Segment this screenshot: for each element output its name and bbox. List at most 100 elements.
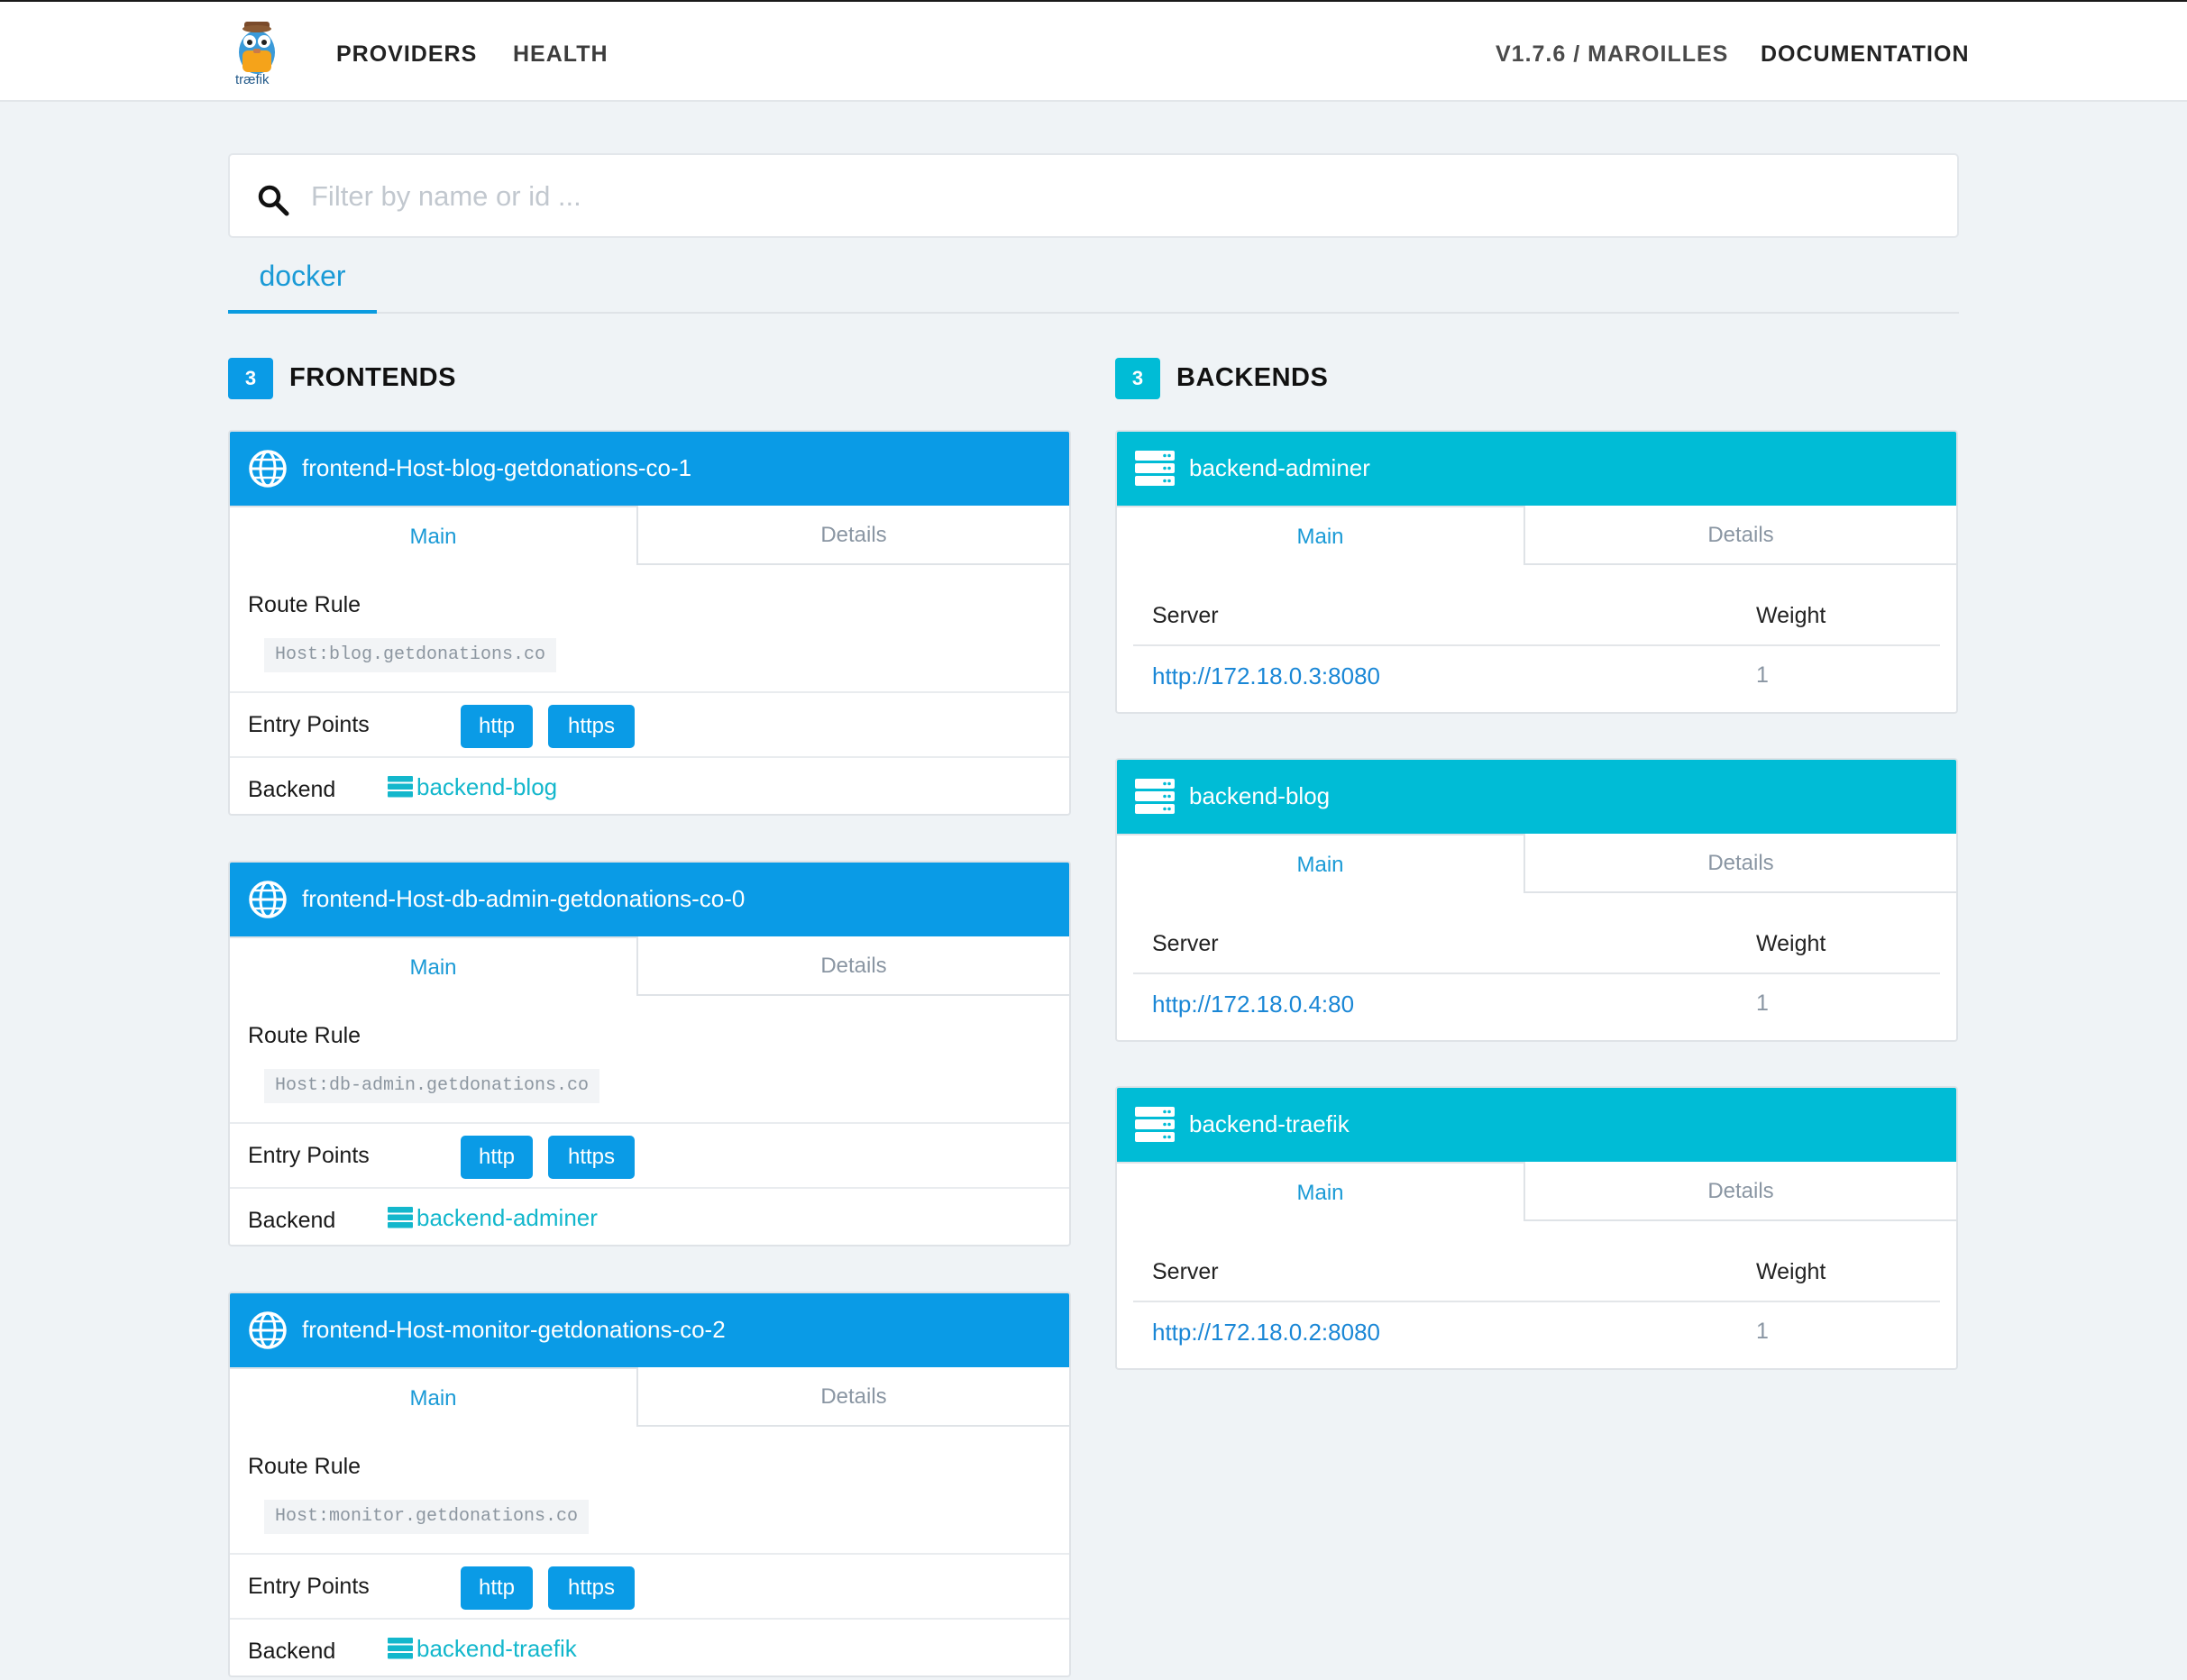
frontend-card: frontend-Host-blog-getdonations-co-1 Mai… (228, 430, 1071, 816)
tab-details[interactable]: Details (1525, 834, 1956, 893)
entry-point-http[interactable]: http (461, 1566, 533, 1610)
server-icon (388, 776, 413, 798)
server-weight: 1 (1756, 1319, 1769, 1344)
backend-name: backend-traefik (1189, 1110, 1350, 1137)
entry-point-http[interactable]: http (461, 1136, 533, 1179)
backends-header: 3 BACKENDS (1115, 358, 1386, 399)
route-rule-value: Host:blog.getdonations.co (264, 638, 557, 672)
backend-link-label: backend-traefik (416, 1635, 577, 1662)
backend-name: backend-adminer (1189, 454, 1370, 481)
nav-health[interactable]: HEALTH (513, 41, 609, 68)
logo-text: træfik (235, 72, 270, 87)
server-column-header: Server (1152, 931, 1219, 956)
server-icon (1135, 777, 1175, 817)
backend-link[interactable]: backend-traefik (388, 1635, 577, 1663)
entry-point-https[interactable]: https (548, 705, 635, 748)
frontend-card: frontend-Host-monitor-getdonations-co-2 … (228, 1292, 1071, 1677)
backend-label: Backend (248, 1639, 336, 1664)
route-rule-label: Route Rule (248, 1023, 361, 1048)
backend-card: backend-blog Main Details Server Weight … (1115, 758, 1958, 1042)
backend-card-header: backend-blog (1117, 760, 1956, 834)
tab-main[interactable]: Main (1117, 834, 1525, 893)
frontend-card-header: frontend-Host-db-admin-getdonations-co-0 (230, 863, 1069, 936)
nav-version[interactable]: V1.7.6 / MAROILLES (1496, 41, 1728, 68)
backend-tabs: Main Details (1117, 506, 1956, 565)
tab-details[interactable]: Details (638, 936, 1069, 996)
server-icon (1135, 1105, 1175, 1145)
nav-documentation[interactable]: DOCUMENTATION (1761, 41, 1970, 68)
tab-details[interactable]: Details (638, 1367, 1069, 1427)
frontends-count-badge: 3 (228, 358, 273, 399)
search-input[interactable] (311, 175, 1916, 218)
top-navbar: træfik PROVIDERS HEALTH V1.7.6 / MAROILL… (0, 0, 2187, 102)
tab-details[interactable]: Details (1525, 506, 1956, 565)
divider (230, 1187, 1069, 1189)
backend-link[interactable]: backend-blog (388, 773, 557, 801)
weight-column-header: Weight (1756, 603, 1826, 628)
globe-icon (248, 880, 288, 919)
entry-point-https[interactable]: https (548, 1136, 635, 1179)
globe-icon (248, 449, 288, 488)
backend-card: backend-traefik Main Details Server Weig… (1115, 1086, 1958, 1370)
server-weight: 1 (1756, 662, 1769, 688)
server-url-link[interactable]: http://172.18.0.2:8080 (1152, 1319, 1380, 1347)
table-divider (1133, 644, 1940, 646)
entry-points-label: Entry Points (248, 1143, 370, 1168)
backend-card: backend-adminer Main Details Server Weig… (1115, 430, 1958, 714)
tab-main[interactable]: Main (230, 1367, 638, 1427)
route-rule-value: Host:monitor.getdonations.co (264, 1500, 590, 1534)
server-url-link[interactable]: http://172.18.0.4:80 (1152, 991, 1354, 1018)
tab-main[interactable]: Main (1117, 506, 1525, 565)
backend-link[interactable]: backend-adminer (388, 1204, 598, 1232)
frontends-header: 3 FRONTENDS (228, 358, 499, 399)
frontend-name: frontend-Host-db-admin-getdonations-co-0 (302, 885, 746, 912)
route-rule-value: Host:db-admin.getdonations.co (264, 1069, 600, 1103)
frontend-tabs: Main Details (230, 936, 1069, 996)
nav-providers[interactable]: PROVIDERS (336, 41, 477, 68)
divider (230, 1553, 1069, 1555)
frontend-name: frontend-Host-blog-getdonations-co-1 (302, 454, 692, 481)
divider (230, 691, 1069, 693)
tab-docker[interactable]: docker (228, 254, 377, 314)
table-divider (1133, 1301, 1940, 1302)
frontend-card-header: frontend-Host-monitor-getdonations-co-2 (230, 1293, 1069, 1367)
backend-label: Backend (248, 1208, 336, 1233)
backend-tabs: Main Details (1117, 834, 1956, 893)
frontend-tabs: Main Details (230, 506, 1069, 565)
frontend-card: frontend-Host-db-admin-getdonations-co-0… (228, 861, 1071, 1246)
entry-points-label: Entry Points (248, 712, 370, 737)
globe-icon (248, 1310, 288, 1350)
backend-card-header: backend-traefik (1117, 1088, 1956, 1162)
server-icon (388, 1207, 413, 1228)
server-icon (1135, 449, 1175, 488)
frontend-name: frontend-Host-monitor-getdonations-co-2 (302, 1316, 726, 1343)
divider (230, 1618, 1069, 1620)
tab-details[interactable]: Details (638, 506, 1069, 565)
server-column-header: Server (1152, 1259, 1219, 1284)
server-icon (388, 1638, 413, 1659)
entry-points-label: Entry Points (248, 1574, 370, 1599)
backends-count-badge: 3 (1115, 358, 1160, 399)
traefik-logo[interactable]: træfik (230, 16, 284, 92)
tab-main[interactable]: Main (1117, 1162, 1525, 1221)
divider (230, 756, 1069, 758)
tab-main[interactable]: Main (230, 506, 638, 565)
backend-name: backend-blog (1189, 782, 1331, 809)
tab-main[interactable]: Main (230, 936, 638, 996)
search-icon (257, 184, 289, 216)
backend-link-label: backend-adminer (416, 1204, 598, 1231)
frontends-title: FRONTENDS (289, 363, 456, 392)
entry-point-https[interactable]: https (548, 1566, 635, 1610)
backend-label: Backend (248, 777, 336, 802)
backend-card-header: backend-adminer (1117, 432, 1956, 506)
server-url-link[interactable]: http://172.18.0.3:8080 (1152, 662, 1380, 690)
search-box (228, 153, 1959, 238)
server-weight: 1 (1756, 991, 1769, 1016)
route-rule-label: Route Rule (248, 592, 361, 617)
backend-link-label: backend-blog (416, 773, 558, 800)
backend-tabs: Main Details (1117, 1162, 1956, 1221)
tab-details[interactable]: Details (1525, 1162, 1956, 1221)
server-column-header: Server (1152, 603, 1219, 628)
entry-point-http[interactable]: http (461, 705, 533, 748)
frontend-card-header: frontend-Host-blog-getdonations-co-1 (230, 432, 1069, 506)
